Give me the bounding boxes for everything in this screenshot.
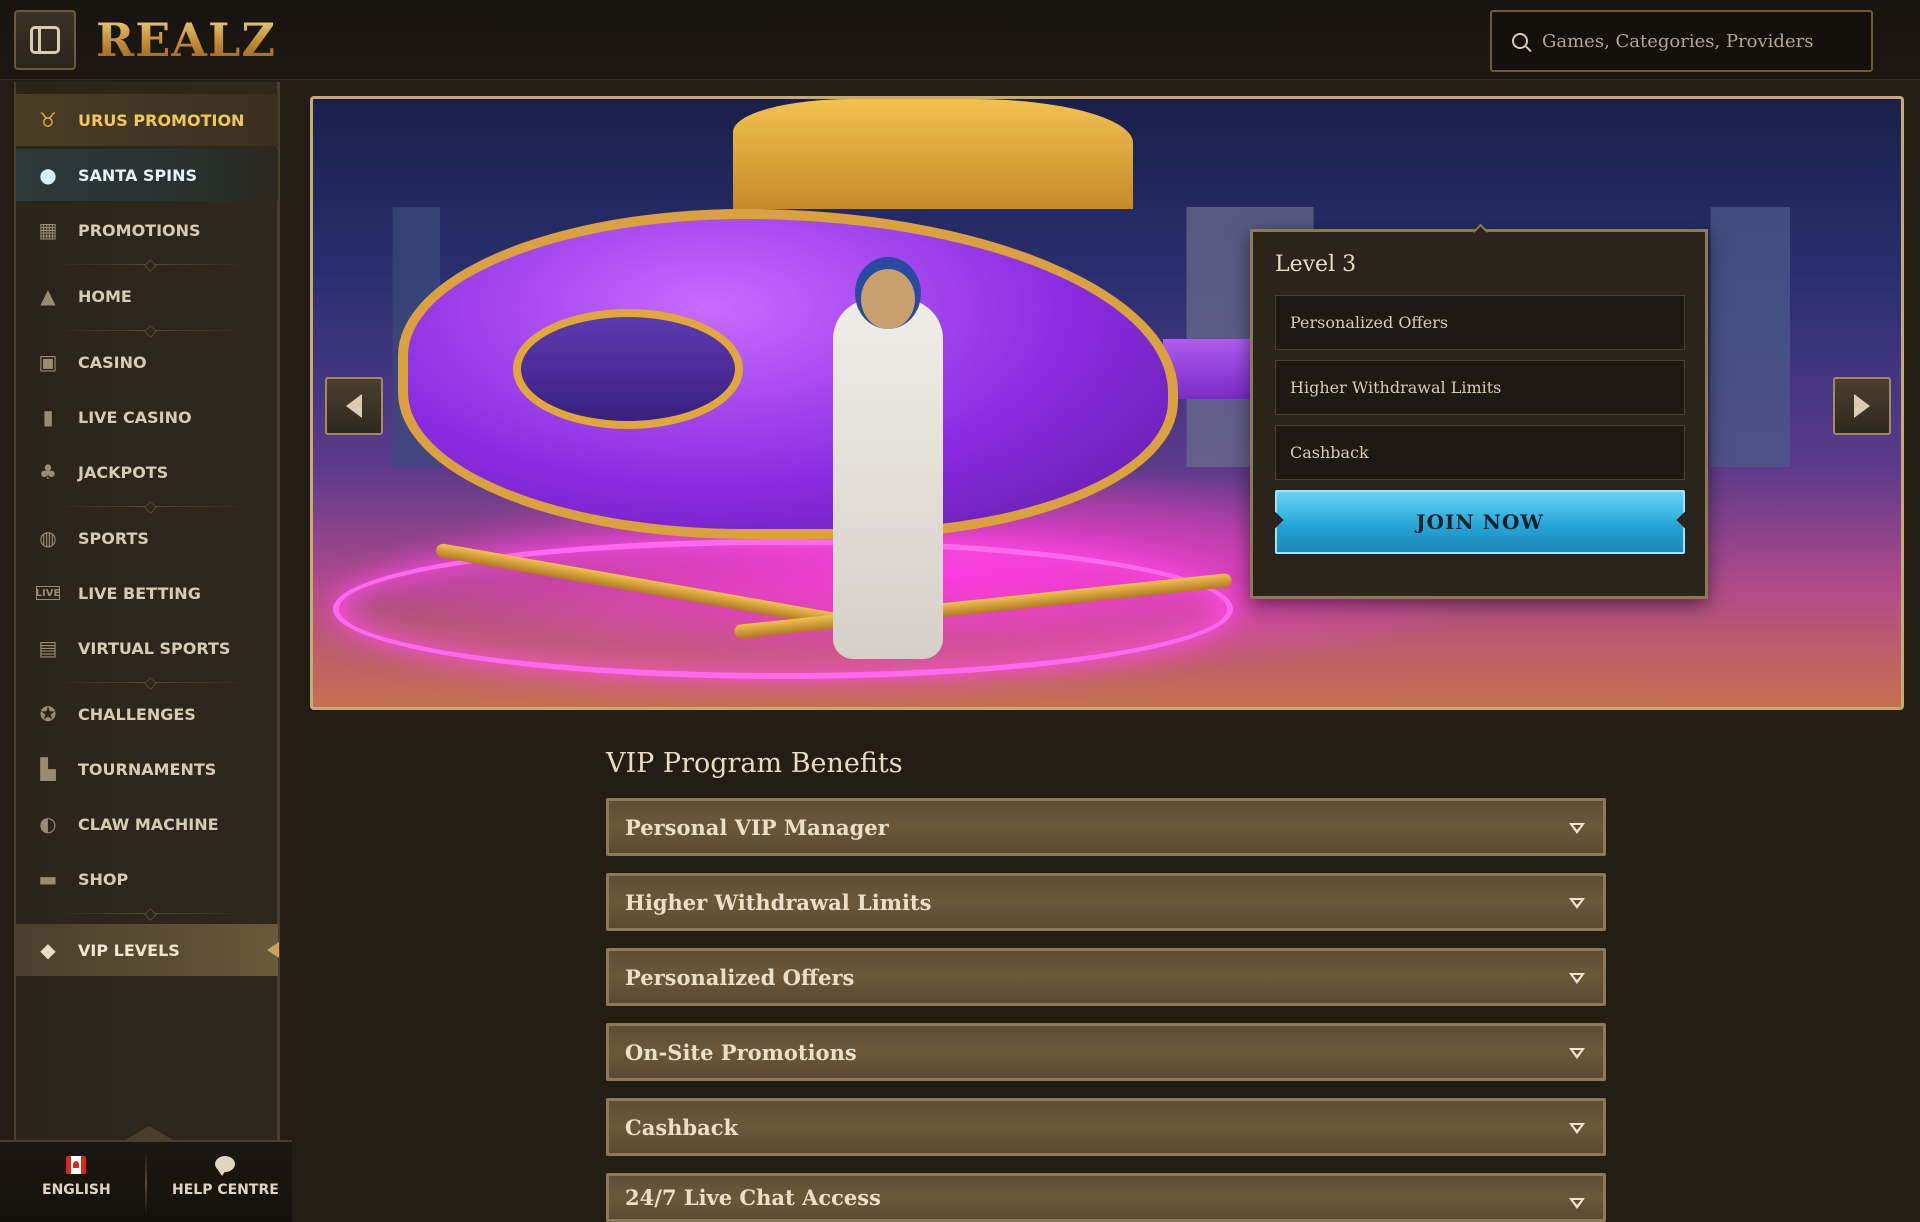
podium-icon: ▙	[40, 757, 56, 781]
ornament-icon: ●	[39, 163, 57, 187]
canada-flag-icon	[66, 1156, 87, 1174]
chevron-down-icon	[1569, 823, 1585, 834]
sidebar-item-label: CASINO	[78, 352, 147, 372]
banner-next-button[interactable]	[1833, 377, 1891, 435]
sidebar-item-label: CLAW MACHINE	[78, 814, 219, 834]
sidebar-item-claw-machine[interactable]: ◐ CLAW MACHINE	[16, 798, 278, 850]
sidebar-item-virtual-sports[interactable]: ▤ VIRTUAL SPORTS	[16, 622, 278, 674]
divider	[145, 1152, 147, 1214]
arrow-right-icon	[1854, 394, 1870, 418]
chevron-down-icon	[1569, 1198, 1585, 1209]
sidebar-item-sports[interactable]: ◍ SPORTS	[16, 512, 278, 564]
accordion-on-site-promotions[interactable]: On-Site Promotions	[606, 1023, 1606, 1081]
level-card: Level 3 Personalized Offers Higher Withd…	[1250, 229, 1708, 599]
sidebar-panel-icon	[30, 26, 60, 54]
sidebar-item-urus-promotion[interactable]: ♉ URUS PROMOTION	[16, 94, 278, 146]
divider	[56, 264, 246, 265]
sidebar-item-label: PROMOTIONS	[78, 220, 201, 240]
sidebar-item-casino[interactable]: ▣ CASINO	[16, 336, 278, 388]
search-box[interactable]	[1490, 10, 1873, 72]
sidebar-item-label: LIVE CASINO	[78, 407, 192, 427]
sidebar-item-label: URUS PROMOTION	[78, 110, 245, 130]
level-benefit: Personalized Offers	[1275, 295, 1685, 350]
sidebar-item-challenges[interactable]: ✪ CHALLENGES	[16, 688, 278, 740]
sidebar-item-label: SHOP	[78, 869, 129, 889]
chevron-down-icon	[1569, 898, 1585, 909]
chat-icon	[215, 1156, 236, 1176]
clover-icon: ♣	[39, 460, 57, 484]
sidebar-item-vip-levels[interactable]: ◆ VIP LEVELS	[16, 924, 279, 976]
accordion-label: Personalized Offers	[625, 964, 855, 990]
help-label: HELP CENTRE	[172, 1182, 279, 1198]
sidebar-item-label: LIVE BETTING	[78, 583, 201, 603]
top-header: REALZ	[0, 0, 1920, 80]
divider	[56, 506, 246, 507]
divider	[56, 913, 246, 914]
level-title: Level 3	[1275, 252, 1357, 277]
sidebar-item-label: VIRTUAL SPORTS	[78, 638, 231, 658]
accordion-label: On-Site Promotions	[625, 1039, 857, 1065]
slot-machine-icon: ▣	[38, 350, 58, 374]
sidebar-item-label: SPORTS	[78, 528, 149, 548]
helicopter-window	[513, 309, 743, 429]
accordion-label: Personal VIP Manager	[625, 814, 889, 840]
ball-icon: ◍	[39, 526, 57, 550]
sidebar-item-promotions[interactable]: ▦ PROMOTIONS	[16, 204, 278, 256]
vip-benefits-title: VIP Program Benefits	[606, 748, 903, 779]
helicopter-top	[733, 99, 1133, 209]
sidebar-item-label: VIP LEVELS	[78, 940, 180, 960]
virtual-icon: ▤	[38, 636, 58, 660]
accordion-personal-vip-manager[interactable]: Personal VIP Manager	[606, 798, 1606, 856]
accordion-live-chat-access[interactable]: 24/7 Live Chat Access	[606, 1173, 1606, 1222]
sidebar-item-label: CHALLENGES	[78, 704, 196, 724]
sidebar-item-home[interactable]: ▲ HOME	[16, 270, 278, 322]
sidebar-item-shop[interactable]: ▬ SHOP	[16, 853, 278, 905]
accordion-label: Cashback	[625, 1114, 739, 1140]
sidebar-item-label: JACKPOTS	[78, 462, 169, 482]
live-icon: LIVE	[35, 586, 61, 600]
bull-icon: ♉	[39, 108, 57, 132]
claw-icon: ◐	[39, 812, 57, 836]
sidebar-item-label: SANTA SPINS	[78, 165, 198, 185]
accordion-personalized-offers[interactable]: Personalized Offers	[606, 948, 1606, 1006]
accordion-label: Higher Withdrawal Limits	[625, 889, 932, 915]
gift-icon: ▦	[38, 218, 58, 242]
sidebar-toggle-button[interactable]	[14, 10, 76, 70]
language-label: ENGLISH	[42, 1182, 111, 1198]
realz-logo[interactable]: REALZ	[96, 12, 276, 68]
language-button[interactable]: ENGLISH	[42, 1156, 111, 1212]
chevron-down-icon	[1569, 1048, 1585, 1059]
sidebar-item-label: HOME	[78, 286, 132, 306]
bag-icon: ▬	[38, 867, 58, 891]
chevron-down-icon	[1569, 973, 1585, 984]
pyramid-icon: ▲	[40, 284, 56, 308]
sidebar-item-live-betting[interactable]: LIVE LIVE BETTING	[16, 567, 278, 619]
accordion-higher-withdrawal-limits[interactable]: Higher Withdrawal Limits	[606, 873, 1606, 931]
diamond-icon: ◆	[40, 938, 56, 962]
sidebar: ♉ URUS PROMOTION ● SANTA SPINS ▦ PROMOTI…	[14, 82, 280, 1140]
divider	[56, 330, 246, 331]
sidebar-item-jackpots[interactable]: ♣ JACKPOTS	[16, 446, 278, 498]
chevron-down-icon	[1569, 1123, 1585, 1134]
sidebar-item-tournaments[interactable]: ▙ TOURNAMENTS	[16, 743, 278, 795]
card-icon: ▮	[42, 405, 54, 429]
banner-prev-button[interactable]	[325, 377, 383, 435]
join-now-button[interactable]: JOIN NOW	[1275, 490, 1685, 554]
search-icon	[1512, 33, 1528, 49]
level-benefit: Cashback	[1275, 425, 1685, 480]
badge-icon: ✪	[39, 702, 57, 726]
accordion-label: 24/7 Live Chat Access	[625, 1185, 881, 1210]
level-benefit: Higher Withdrawal Limits	[1275, 360, 1685, 415]
accordion-cashback[interactable]: Cashback	[606, 1098, 1606, 1156]
vip-banner: Level 3 Personalized Offers Higher Withd…	[310, 96, 1904, 710]
sidebar-item-label: TOURNAMENTS	[78, 759, 217, 779]
sidebar-item-santa-spins[interactable]: ● SANTA SPINS	[16, 149, 278, 201]
sidebar-footer: ENGLISH HELP CENTRE	[0, 1126, 292, 1222]
pharaoh-character-image	[833, 269, 943, 659]
help-centre-button[interactable]: HELP CENTRE	[172, 1156, 279, 1212]
arrow-left-icon	[346, 394, 362, 418]
divider	[56, 682, 246, 683]
sidebar-item-live-casino[interactable]: ▮ LIVE CASINO	[16, 391, 278, 443]
search-input[interactable]	[1542, 30, 1862, 52]
